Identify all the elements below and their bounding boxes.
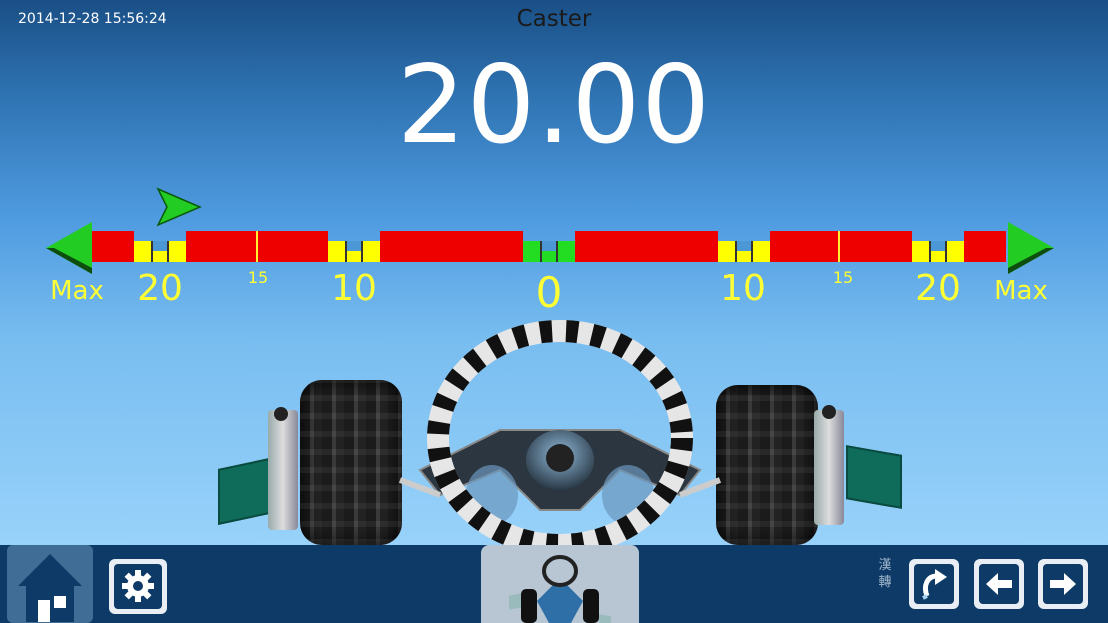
scale-label-20-right: 20 bbox=[915, 268, 961, 309]
car-view-button[interactable] bbox=[481, 545, 639, 623]
arrow-left-icon bbox=[986, 573, 1012, 595]
scale-segment-red bbox=[964, 231, 1006, 262]
refresh-icon bbox=[922, 569, 947, 600]
refresh-button[interactable] bbox=[909, 559, 959, 609]
scale-tick-15-left bbox=[256, 231, 258, 262]
scale-label-20-left: 20 bbox=[137, 268, 183, 309]
page-title: Caster bbox=[516, 6, 592, 32]
scale-segment-red bbox=[92, 231, 134, 262]
prev-button[interactable] bbox=[974, 559, 1024, 609]
car-thumbnail-icon bbox=[509, 555, 611, 623]
right-wheel-clamp bbox=[814, 410, 844, 525]
language-toggle[interactable]: 漢 轉 bbox=[874, 557, 896, 591]
scale-segment-red bbox=[770, 231, 912, 262]
scale-right-arrow-icon bbox=[1008, 222, 1054, 274]
alignment-screen: 2014-12-28 15:56:24 Caster 20.00 Max 20 … bbox=[0, 0, 1108, 545]
scale-mark-10-left bbox=[328, 231, 380, 262]
scale-mark-20-left bbox=[134, 231, 186, 262]
scale-label-15-left: 15 bbox=[247, 268, 269, 287]
home-button[interactable] bbox=[7, 545, 93, 623]
scale-tick-15-right bbox=[838, 231, 840, 262]
home-icon bbox=[18, 554, 82, 622]
scale-label-15-right: 15 bbox=[832, 268, 854, 287]
scale-segment-red bbox=[575, 231, 718, 262]
scale-segment-red bbox=[380, 231, 523, 262]
settings-button[interactable] bbox=[109, 559, 167, 614]
arrow-right-icon bbox=[1050, 573, 1076, 595]
steering-wheel-icon bbox=[427, 320, 693, 545]
scale-left-arrow-icon bbox=[46, 222, 92, 274]
right-sensor-head bbox=[846, 445, 902, 509]
left-wheel-clamp bbox=[268, 410, 298, 530]
bottom-toolbar: 漢 轉 bbox=[0, 545, 1108, 623]
next-button[interactable] bbox=[1038, 559, 1088, 609]
gear-icon bbox=[122, 570, 154, 602]
scale-label-10-right: 10 bbox=[720, 268, 766, 309]
measurement-reading: 20.00 bbox=[396, 43, 712, 168]
scale-label-10-left: 10 bbox=[331, 268, 377, 309]
scale-mark-0 bbox=[523, 231, 575, 262]
scale-mark-10-right bbox=[718, 231, 770, 262]
scale-label-0: 0 bbox=[535, 268, 563, 317]
scale-mark-20-right bbox=[912, 231, 964, 262]
left-sensor-head bbox=[218, 457, 274, 525]
value-pointer-icon bbox=[156, 187, 202, 227]
language-label: 漢 轉 bbox=[878, 558, 892, 590]
scale-label-max-left: Max bbox=[50, 276, 104, 306]
scale-label-max-right: Max bbox=[994, 276, 1048, 306]
